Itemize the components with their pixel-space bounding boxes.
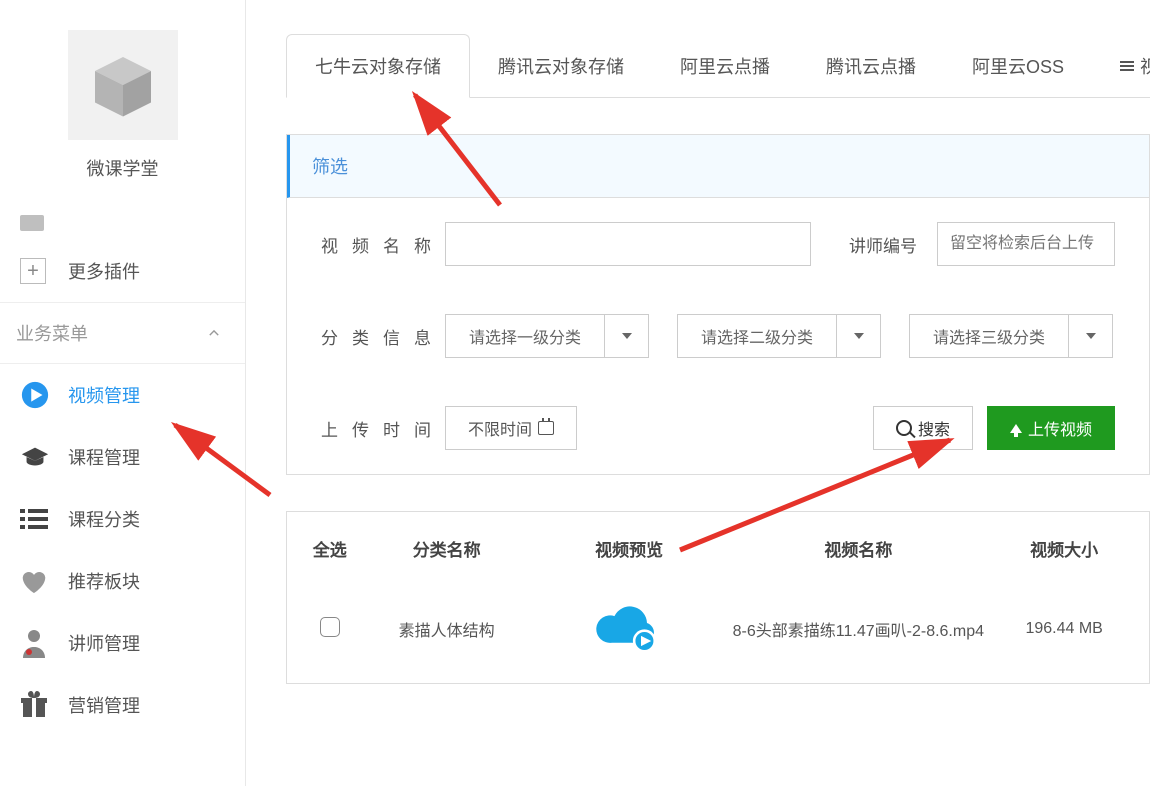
cube-icon xyxy=(88,50,158,120)
tab-qiniu[interactable]: 七牛云对象存储 xyxy=(286,34,470,98)
sidebar-item-label: 推荐板块 xyxy=(68,568,140,594)
sidebar-item-video-manage[interactable]: 视频管理 xyxy=(0,364,245,426)
select-cat3[interactable]: 请选择三级分类 xyxy=(909,314,1113,358)
select-cat1[interactable]: 请选择一级分类 xyxy=(445,314,649,358)
list-icon xyxy=(20,508,48,530)
row-checkbox[interactable] xyxy=(320,617,340,637)
sidebar-item-marketing[interactable]: 营销管理 xyxy=(0,674,245,736)
sidebar-item-teacher-manage[interactable]: 讲师管理 xyxy=(0,612,245,674)
brand-name: 微课学堂 xyxy=(0,155,245,181)
filter-card: 筛选 视频名称 讲师编号 分类信息 请选择一级分类 请选择二级分类 请选择三级分… xyxy=(286,134,1150,475)
sidebar-item-more-plugins[interactable]: + 更多插件 xyxy=(0,240,245,302)
cell-size: 196.44 MB xyxy=(1025,620,1102,637)
sidebar-item-label: 更多插件 xyxy=(68,258,140,284)
video-name-input[interactable] xyxy=(445,222,811,266)
main-content: 七牛云对象存储 腾讯云对象存储 阿里云点播 腾讯云点播 阿里云OSS 视 筛选 … xyxy=(286,34,1150,684)
heart-icon xyxy=(20,568,48,594)
tab-aliyun-vod[interactable]: 阿里云点播 xyxy=(652,35,798,97)
sidebar: 微课学堂 + 更多插件 业务菜单 视频管理 课程管理 xyxy=(0,0,246,786)
teacher-no-input[interactable] xyxy=(937,222,1115,266)
th-preview: 视频预览 xyxy=(531,536,727,561)
label-teacher-no: 讲师编号 xyxy=(849,232,917,257)
graduation-cap-icon xyxy=(20,444,50,470)
sidebar-item-clipped[interactable] xyxy=(0,206,245,240)
storage-tabs: 七牛云对象存储 腾讯云对象存储 阿里云点播 腾讯云点播 阿里云OSS 视 xyxy=(286,34,1150,98)
list-icon xyxy=(1120,61,1134,71)
th-category: 分类名称 xyxy=(362,536,530,561)
chevron-down-icon xyxy=(207,326,221,340)
th-name: 视频名称 xyxy=(727,536,989,561)
cell-name: 8-6头部素描练11.47画叭-2-8.6.mp4 xyxy=(733,623,984,640)
play-circle-icon xyxy=(20,380,50,410)
upload-icon xyxy=(1010,424,1022,433)
label-upload-time: 上传时间 xyxy=(321,416,431,441)
tab-tencent-vod[interactable]: 腾讯云点播 xyxy=(798,35,944,97)
table-row: 素描人体结构 8-6头部素描练11.47画叭-2-8.6.mp4 196.44 … xyxy=(287,585,1149,673)
sidebar-item-course-category[interactable]: 课程分类 xyxy=(0,488,245,550)
calendar-icon xyxy=(538,421,554,435)
video-table: 全选 分类名称 视频预览 视频名称 视频大小 素描人体结构 xyxy=(286,511,1150,684)
cell-category: 素描人体结构 xyxy=(399,623,495,640)
sidebar-item-course-manage[interactable]: 课程管理 xyxy=(0,426,245,488)
th-select[interactable]: 全选 xyxy=(297,536,362,561)
sidebar-item-recommend[interactable]: 推荐板块 xyxy=(0,550,245,612)
doctor-icon xyxy=(20,628,48,658)
filter-header: 筛选 xyxy=(287,135,1149,198)
tab-video-cut[interactable]: 视 xyxy=(1092,35,1150,97)
label-video-name: 视频名称 xyxy=(321,232,431,257)
app-logo xyxy=(68,30,178,140)
table-header-row: 全选 分类名称 视频预览 视频名称 视频大小 xyxy=(287,512,1149,585)
cloud-play-icon[interactable] xyxy=(594,605,664,653)
label-category: 分类信息 xyxy=(321,324,431,349)
tab-aliyun-oss[interactable]: 阿里云OSS xyxy=(944,35,1092,97)
sidebar-item-label: 课程分类 xyxy=(68,506,140,532)
caret-down-icon xyxy=(1086,333,1096,339)
upload-video-button[interactable]: 上传视频 xyxy=(987,406,1115,450)
upload-time-picker[interactable]: 不限时间 xyxy=(445,406,577,450)
caret-down-icon xyxy=(854,333,864,339)
sidebar-section-label: 业务菜单 xyxy=(16,320,88,346)
sidebar-item-label: 讲师管理 xyxy=(68,630,140,656)
sidebar-item-label: 课程管理 xyxy=(68,444,140,470)
sidebar-section-header[interactable]: 业务菜单 xyxy=(0,302,245,364)
card-icon xyxy=(20,215,44,231)
plus-icon: + xyxy=(20,258,46,284)
gift-icon xyxy=(20,691,48,719)
sidebar-item-label: 视频管理 xyxy=(68,382,140,408)
sidebar-item-label: 营销管理 xyxy=(68,692,140,718)
tab-tencent-cos[interactable]: 腾讯云对象存储 xyxy=(470,35,652,97)
th-size: 视频大小 xyxy=(989,536,1139,561)
search-button[interactable]: 搜索 xyxy=(873,406,973,450)
search-icon xyxy=(896,420,912,436)
select-cat2[interactable]: 请选择二级分类 xyxy=(677,314,881,358)
caret-down-icon xyxy=(622,333,632,339)
